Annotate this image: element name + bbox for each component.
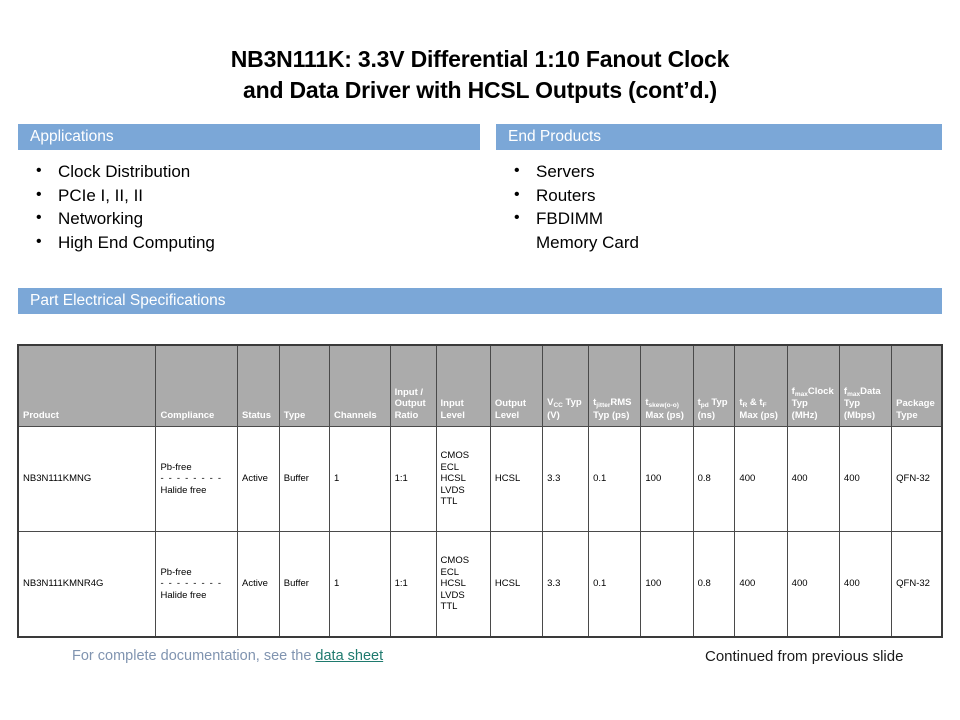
cell-io-ratio: 1:1: [389, 426, 437, 532]
cell-product: NB3N111KMNG: [17, 426, 157, 532]
column-header-status: Status: [236, 344, 280, 427]
column-header-output-level: Output Level: [489, 344, 544, 427]
cell-status: Active: [236, 531, 280, 638]
column-header-type: Type: [278, 344, 330, 427]
cell-fmax-clock-typ: 400: [786, 426, 840, 532]
page-title-line-2: and Data Driver with HCSL Outputs (cont’…: [243, 77, 717, 103]
cell-tpd-typ: 0.8: [692, 531, 736, 638]
cell-vcc-typ: 3.3: [542, 531, 590, 638]
cell-output-level: HCSL: [489, 531, 544, 638]
cell-vcc-typ: 3.3: [542, 426, 590, 532]
cell-compliance: Pb-free - - - - - - - - Halide free: [155, 426, 238, 532]
table-row: NB3N111KMNG Pb-free - - - - - - - - Hali…: [17, 426, 943, 532]
cell-fmax-clock-typ: 400: [786, 531, 840, 638]
part-electrical-specifications-header: Part Electrical Specifications: [18, 288, 942, 314]
column-header-package-type: Package Type: [891, 344, 943, 427]
column-header-tr-tf-max: tR & tF Max (ps): [734, 344, 788, 427]
column-header-tpd-typ: tpd Typ (ns): [692, 344, 736, 427]
cell-status: Active: [236, 426, 280, 532]
cell-type: Buffer: [278, 426, 330, 532]
list-item-subline: Memory Card: [536, 232, 639, 252]
cell-tjitter-rms-typ: 0.1: [588, 426, 642, 532]
cell-package-type: QFN-32: [891, 426, 943, 532]
table-header-row: Product Compliance Status Type Channels …: [17, 344, 943, 427]
column-header-fmax-clock-typ: fmaxClock Typ (MHz): [786, 344, 840, 427]
column-header-input-level: Input Level: [435, 344, 491, 427]
list-item: PCIe I, II, II: [34, 183, 474, 208]
page-title: NB3N111K: 3.3V Differential 1:10 Fanout …: [60, 44, 900, 106]
column-header-fmax-data-typ: fmaxData Typ (Mbps): [838, 344, 893, 427]
list-item: FBDIMM: [512, 206, 932, 231]
list-item: Servers: [512, 159, 932, 184]
cell-channels: 1: [328, 531, 391, 638]
page-title-line-1: NB3N111K: 3.3V Differential 1:10 Fanout …: [230, 46, 730, 72]
applications-section-header: Applications: [18, 124, 480, 150]
cell-type: Buffer: [278, 531, 330, 638]
part-electrical-specifications-table: Product Compliance Status Type Channels …: [17, 344, 943, 638]
list-item: Routers: [512, 183, 932, 208]
cell-tskew-max: 100: [640, 426, 694, 532]
cell-tjitter-rms-typ: 0.1: [588, 531, 642, 638]
cell-fmax-data-typ: 400: [838, 426, 893, 532]
column-header-product: Product: [17, 344, 157, 427]
footer-continued-note: Continued from previous slide: [705, 648, 904, 665]
cell-tr-tf-max: 400: [734, 426, 788, 532]
cell-io-ratio: 1:1: [389, 531, 437, 638]
cell-fmax-data-typ: 400: [838, 531, 893, 638]
list-item: Clock Distribution: [34, 159, 474, 184]
cell-tpd-typ: 0.8: [692, 426, 736, 532]
cell-product: NB3N111KMNR4G: [17, 531, 157, 638]
cell-input-level: CMOS ECL HCSL LVDS TTL: [435, 426, 491, 532]
data-sheet-link[interactable]: data sheet: [315, 648, 383, 664]
cell-package-type: QFN-32: [891, 531, 943, 638]
applications-list: Clock Distribution PCIe I, II, II Networ…: [34, 159, 474, 255]
end-products-section-header: End Products: [496, 124, 942, 150]
cell-channels: 1: [328, 426, 391, 532]
list-item: High End Computing: [34, 230, 474, 255]
column-header-vcc-typ: VCC Typ (V): [542, 344, 590, 427]
cell-tr-tf-max: 400: [734, 531, 788, 638]
column-header-input-output-ratio: Input / Output Ratio: [389, 344, 437, 427]
cell-output-level: HCSL: [489, 426, 544, 532]
column-header-tjitter-rms-typ: tjitterRMS Typ (ps): [588, 344, 642, 427]
end-products-list: Servers Routers FBDIMM Memory Card: [512, 159, 932, 254]
cell-compliance: Pb-free - - - - - - - - Halide free: [155, 531, 238, 638]
column-header-tskew-max: tskew(o-o) Max (ps): [640, 344, 694, 427]
column-header-channels: Channels: [328, 344, 391, 427]
cell-input-level: CMOS ECL HCSL LVDS TTL: [435, 531, 491, 638]
footer-documentation-text: For complete documentation, see the: [72, 648, 316, 664]
list-item: Networking: [34, 206, 474, 231]
cell-tskew-max: 100: [640, 531, 694, 638]
table-row: NB3N111KMNR4G Pb-free - - - - - - - - Ha…: [17, 531, 943, 638]
column-header-compliance: Compliance: [155, 344, 238, 427]
footer-documentation-note: For complete documentation, see the data…: [72, 648, 383, 664]
